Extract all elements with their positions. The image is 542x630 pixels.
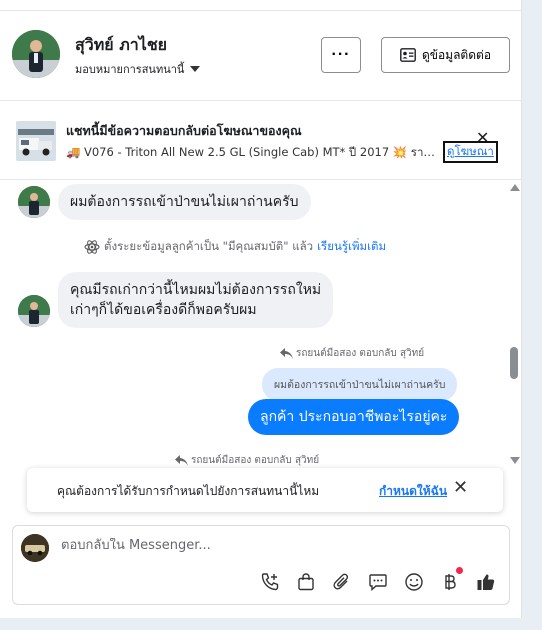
baht-icon[interactable] bbox=[439, 567, 463, 593]
scroll-up-arrow-icon[interactable] bbox=[510, 184, 520, 191]
ad-thumbnail[interactable] bbox=[16, 121, 56, 161]
reply-arrow-icon bbox=[280, 348, 293, 359]
system-event: ตั้งระยะข้อมูลลูกค้าเป็น "มีคุณสมบัติ" แ… bbox=[84, 238, 386, 256]
view-ad-link[interactable]: ดูโฆษณา bbox=[443, 141, 498, 163]
sender-avatar-image bbox=[18, 295, 50, 327]
assign-prompt-toast: คุณต้องการได้รับการกำหนดไปยังการสนทนานี้… bbox=[27, 468, 503, 512]
contact-avatar-image bbox=[12, 30, 60, 78]
close-icon[interactable]: ✕ bbox=[453, 479, 468, 497]
atom-icon bbox=[84, 240, 100, 254]
reply-attribution-text: รถยนต์มือสอง ตอบกลับ สุวิทย์ bbox=[191, 455, 320, 466]
message-line: คุณมีรถเก่ากว่านี้ไหมผมไม่ต้องการรถใหม่ bbox=[70, 282, 322, 298]
assign-to-me-link[interactable]: กำหนดให้ฉัน bbox=[379, 482, 447, 501]
reply-attribution-text: รถยนต์มือสอง ตอบกลับ สุวิทย์ bbox=[296, 348, 425, 359]
view-contact-info-button[interactable]: ดูข้อมูลติดต่อ bbox=[381, 37, 510, 73]
conversation-header: สุวิทย์ ภาไชย มอบหมายการสนทนานี้ ··· ดูข… bbox=[0, 11, 522, 101]
ad-banner-description: 🚚 V076 - Triton All New 2.5 GL (Single C… bbox=[66, 145, 436, 159]
phone-add-icon[interactable] bbox=[259, 571, 281, 593]
incoming-message[interactable]: คุณมีรถเก่ากว่านี้ไหมผมไม่ต้องการรถใหม่ … bbox=[58, 272, 334, 328]
incoming-message[interactable]: ผมต้องการรถเข้าป่าขนไม่เผาถ่านครับ bbox=[58, 184, 311, 220]
reply-input[interactable] bbox=[61, 538, 441, 553]
quoted-message[interactable]: ผมต้องการรถเข้าป่าขนไม่เผาถ่านครับ bbox=[262, 368, 458, 401]
scroll-down-arrow-icon[interactable] bbox=[510, 457, 520, 464]
sender-avatar bbox=[18, 186, 50, 218]
chat-bubble-icon[interactable] bbox=[367, 571, 389, 593]
sender-avatar-image bbox=[18, 186, 50, 218]
assign-prompt-text: คุณต้องการได้รับการกำหนดไปยังการสนทนานี้… bbox=[57, 484, 320, 498]
emoji-icon[interactable] bbox=[403, 571, 425, 593]
reply-attribution: รถยนต์มือสอง ตอบกลับ สุวิทย์ bbox=[280, 346, 424, 361]
view-contact-info-label: ดูข้อมูลติดต่อ bbox=[421, 47, 492, 62]
message-list[interactable]: ผมต้องการรถเข้าป่าขนไม่เผาถ่านครับ ตั้งร… bbox=[0, 181, 522, 471]
learn-more-link[interactable]: เรียนรู้เพิ่มเติม bbox=[317, 238, 386, 256]
thumbs-up-icon[interactable] bbox=[475, 571, 497, 593]
truck-thumbnail-image bbox=[16, 121, 56, 161]
ad-banner-title: แชทนี้มีข้อความตอบกลับต่อโฆษณาของคุณ bbox=[66, 123, 302, 138]
reply-attribution: รถยนต์มือสอง ตอบกลับ สุวิทย์ bbox=[175, 453, 319, 468]
paperclip-icon[interactable] bbox=[331, 571, 353, 593]
message-line: เก่าๆก็ได้ขอเครื่องดีก็พอครับผม bbox=[70, 302, 257, 318]
assign-conversation-label: มอบหมายการสนทนานี้ bbox=[75, 63, 185, 76]
contact-name: สุวิทย์ ภาไชย bbox=[75, 35, 168, 54]
composer-toolbar bbox=[259, 567, 497, 593]
ad-reply-banner: แชทนี้มีข้อความตอบกลับต่อโฆษณาของคุณ 🚚 V… bbox=[0, 102, 522, 180]
more-options-button[interactable]: ··· bbox=[321, 37, 361, 73]
shopping-bag-icon[interactable] bbox=[295, 571, 317, 593]
assign-conversation-dropdown[interactable]: มอบหมายการสนทนานี้ bbox=[75, 60, 201, 78]
message-composer bbox=[12, 525, 510, 605]
contact-avatar[interactable] bbox=[12, 30, 60, 78]
reply-arrow-icon bbox=[175, 455, 188, 466]
notification-dot bbox=[456, 567, 463, 574]
page-avatar bbox=[21, 534, 49, 562]
system-event-text: ตั้งระยะข้อมูลลูกค้าเป็น "มีคุณสมบัติ" แ… bbox=[104, 239, 314, 253]
messenger-panel: สุวิทย์ ภาไชย มอบหมายการสนทนานี้ ··· ดูข… bbox=[0, 0, 522, 618]
scrollbar-thumb[interactable] bbox=[510, 347, 518, 379]
contact-card-icon bbox=[400, 48, 416, 62]
outgoing-message[interactable]: ลูกค้า ประกอบอาชีพอะไรอยู่คะ bbox=[248, 399, 460, 435]
caret-down-icon bbox=[190, 66, 201, 72]
sender-avatar bbox=[18, 295, 50, 327]
page-avatar-image bbox=[21, 534, 49, 562]
message-list-scrollbar[interactable] bbox=[508, 181, 520, 465]
